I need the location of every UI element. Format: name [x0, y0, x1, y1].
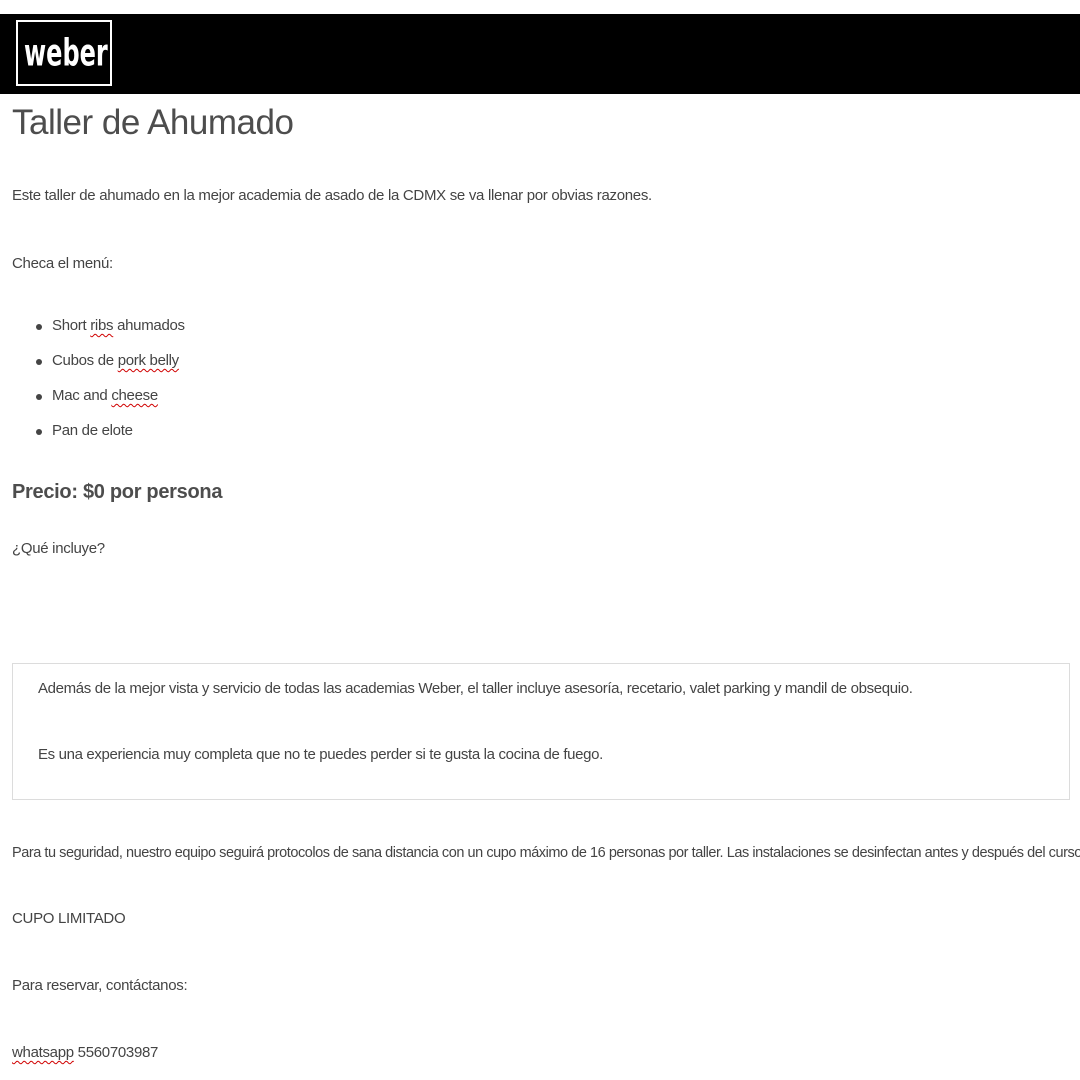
menu-label: Checa el menú: — [12, 255, 113, 272]
includes-description: Además de la mejor vista y servicio de t… — [38, 680, 913, 697]
menu-item-text: Pan de elote — [52, 422, 133, 439]
intro-paragraph: Este taller de ahumado en la mejor acade… — [12, 187, 652, 204]
bullet-icon — [36, 359, 42, 365]
limited-capacity-notice: CUPO LIMITADO — [12, 910, 126, 927]
page-title: Taller de Ahumado — [12, 103, 294, 142]
header-bar: weber — [0, 14, 1080, 94]
menu-item-text: Short ribs ahumados — [52, 317, 185, 334]
menu-item: Mac and cheese — [36, 387, 185, 422]
menu-item: Cubos de pork belly — [36, 352, 185, 387]
menu-item-text: Cubos de pork belly — [52, 352, 179, 369]
whatsapp-contact[interactable]: whatsapp 5560703987 — [12, 1044, 158, 1061]
menu-item-text: Mac and cheese — [52, 387, 158, 404]
weber-logo[interactable]: weber — [16, 20, 112, 86]
menu-list: Short ribs ahumados Cubos de pork belly … — [36, 317, 185, 457]
menu-item: Pan de elote — [36, 422, 185, 457]
whatsapp-label: whatsapp — [12, 1044, 74, 1061]
experience-description: Es una experiencia muy completa que no t… — [38, 746, 603, 763]
price-heading: Precio: $0 por persona — [12, 481, 223, 503]
reserve-label: Para reservar, contáctanos: — [12, 977, 188, 994]
bullet-icon — [36, 324, 42, 330]
bullet-icon — [36, 394, 42, 400]
includes-label: ¿Qué incluye? — [12, 540, 105, 557]
menu-item: Short ribs ahumados — [36, 317, 185, 352]
includes-box: Además de la mejor vista y servicio de t… — [12, 663, 1070, 800]
bullet-icon — [36, 429, 42, 435]
safety-notice: Para tu seguridad, nuestro equipo seguir… — [12, 845, 1080, 861]
whatsapp-number: 5560703987 — [73, 1044, 159, 1061]
logo-wordmark: weber — [24, 31, 108, 75]
